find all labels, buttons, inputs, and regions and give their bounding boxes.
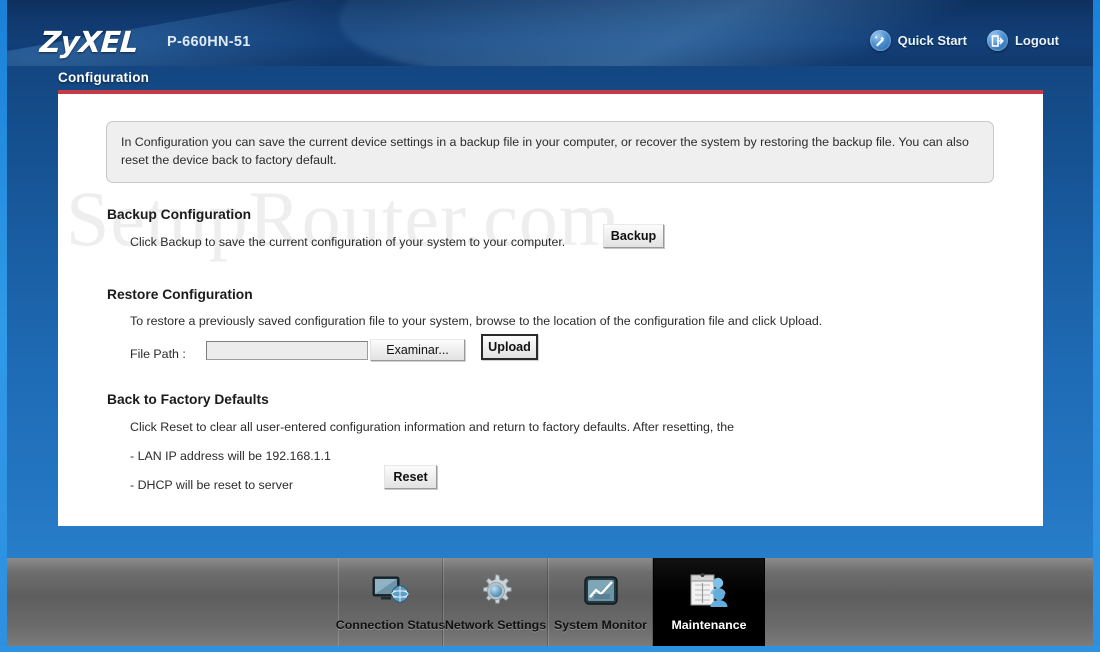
info-box-text: In Configuration you can save the curren… [121,135,969,167]
backup-button[interactable]: Backup [603,224,664,248]
quick-start-label: Quick Start [897,33,967,48]
factory-description: Click Reset to clear all user-entered co… [130,420,735,434]
nav-tab-connection-status[interactable]: Connection Status [335,558,446,646]
page-rim-bottom [0,646,1100,652]
gear-icon [475,571,517,611]
backup-heading: Backup Configuration [107,207,252,222]
logout-button[interactable]: Logout [986,30,1059,51]
device-model-label: P-660HN-51 [167,34,251,50]
reset-button[interactable]: Reset [384,465,437,489]
bottom-navigation: Connection Status Network Settings Syste… [7,558,1093,646]
factory-dhcp-line: - DHCP will be reset to server [130,478,293,492]
page-title: Configuration [58,70,150,85]
factory-heading: Back to Factory Defaults [107,392,269,407]
logout-door-icon [986,30,1008,51]
magic-wand-icon [869,30,891,51]
logout-label: Logout [1014,33,1059,48]
nav-spacer-right [765,558,1093,646]
file-path-label: File Path : [130,347,186,361]
content-panel: SetupRouter.com In Configuration you can… [58,94,1043,526]
header-actions: Quick Start Logout [869,30,1059,51]
nav-label-maintenance: Maintenance [671,618,747,632]
nav-tab-system-monitor[interactable]: System Monitor [548,558,653,646]
zyxel-logo: ZyXEL [38,25,140,59]
monitor-globe-icon [370,571,412,611]
page-rim-left [0,0,7,652]
browse-file-button[interactable]: Examinar... [370,339,465,361]
restore-heading: Restore Configuration [107,287,253,302]
page-header: ZyXEL P-660HN-51 Quick Start Logout [7,0,1093,66]
quick-start-button[interactable]: Quick Start [869,30,967,51]
nav-label-connection-status: Connection Status [335,618,446,632]
file-path-input[interactable] [206,341,368,360]
nav-label-network-settings: Network Settings [444,618,547,632]
clipboard-people-icon [688,571,730,611]
chart-line-icon [580,571,622,611]
nav-tab-maintenance[interactable]: Maintenance [653,558,765,646]
info-box: In Configuration you can save the curren… [106,121,994,183]
backup-description: Click Backup to save the current configu… [130,235,566,249]
factory-lan-line: - LAN IP address will be 192.168.1.1 [130,449,331,463]
upload-button[interactable]: Upload [481,334,538,360]
nav-label-system-monitor: System Monitor [554,618,647,632]
restore-description: To restore a previously saved configurat… [130,314,823,328]
nav-tab-network-settings[interactable]: Network Settings [443,558,548,646]
nav-spacer-left [7,558,338,646]
router-admin-page: ZyXEL P-660HN-51 Quick Start Logout Conf… [0,0,1100,652]
page-rim-right [1093,0,1100,652]
